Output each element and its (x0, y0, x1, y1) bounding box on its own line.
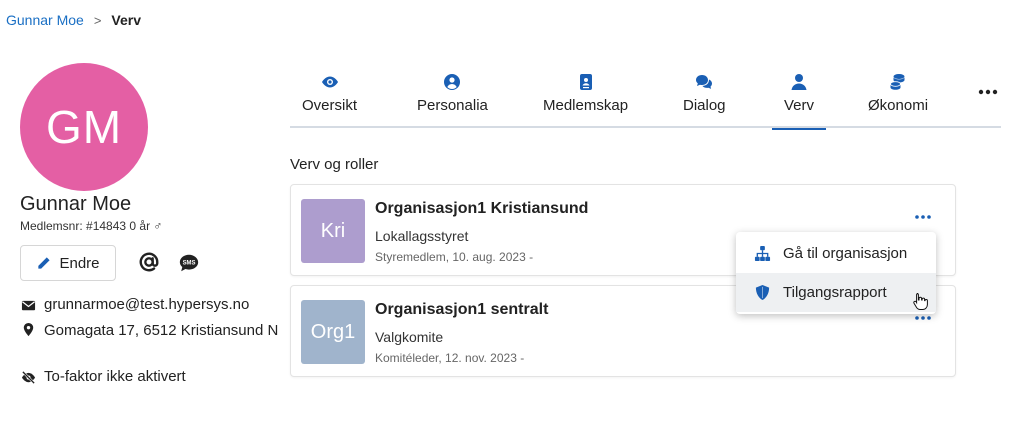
org-thumbnail-text: Org1 (310, 320, 356, 343)
eye-icon (321, 76, 338, 88)
edit-button[interactable]: Endre (20, 245, 116, 281)
tab-label: Personalia (417, 97, 488, 114)
tab-label: Oversikt (302, 97, 358, 114)
more-options-icon[interactable] (913, 313, 933, 323)
role-meta: Komitéleder, 12. nov. 2023 - (375, 351, 525, 365)
role-meta: Styremedlem, 10. aug. 2023 - (375, 250, 534, 264)
role-group: Valgkomite (375, 329, 444, 345)
menu-item-label: Gå til organisasjon (783, 245, 908, 262)
member-number: Medlemsnr: #14843 0 år ♂ (20, 219, 163, 233)
edit-button-label: Endre (59, 254, 100, 272)
org-thumbnail: Org1 (301, 300, 365, 364)
tab-label: Medlemskap (543, 97, 629, 114)
org-name[interactable]: Organisasjon1 sentralt (375, 301, 548, 319)
shield-icon (755, 284, 770, 301)
user-name: Gunnar Moe (20, 193, 132, 215)
breadcrumb-current: Verv (111, 12, 142, 28)
tab-bar: Oversikt Personalia Medlemskap Dialog Ve… (290, 70, 1001, 130)
hand-cursor-icon (913, 293, 928, 310)
section-title: Verv og roller (290, 156, 379, 173)
email-row: grunnarmoe@test.hypersys.no (21, 296, 249, 313)
tab-label: Dialog (683, 97, 726, 114)
card-options-menu: Gå til organisasjon Tilgangsrapport (736, 232, 936, 314)
coins-icon (890, 74, 905, 90)
menu-item-go-to-organization[interactable]: Gå til organisasjon (736, 234, 936, 273)
tab-medlemskap[interactable]: Medlemskap (543, 70, 628, 128)
sitemap-icon (754, 245, 771, 262)
email-text[interactable]: grunnarmoe@test.hypersys.no (44, 296, 249, 313)
org-name[interactable]: Organisasjon1 Kristiansund (375, 200, 588, 218)
chat-icon (696, 75, 713, 89)
role-group: Lokallagsstyret (375, 228, 469, 244)
eye-slash-icon (21, 371, 36, 384)
user-icon (791, 74, 807, 90)
address-text: Gomagata 17, 6512 Kristiansund N (44, 322, 279, 339)
tab-dialog[interactable]: Dialog (683, 70, 726, 128)
more-horizontal-icon[interactable] (976, 84, 1000, 100)
avatar: GM (20, 63, 148, 191)
id-card-icon (579, 74, 592, 90)
more-options-icon[interactable] (913, 212, 933, 222)
tab-verv[interactable]: Verv (771, 70, 827, 130)
envelope-icon (21, 300, 36, 311)
breadcrumb-separator: > (93, 12, 102, 28)
breadcrumb: Gunnar Moe > Verv (6, 12, 141, 28)
avatar-initials: GM (45, 101, 123, 153)
org-thumbnail-text: Kri (320, 219, 346, 242)
twofactor-row: To-faktor ikke aktivert (21, 368, 186, 385)
tab-oversikt[interactable]: Oversikt (302, 70, 357, 128)
twofactor-text: To-faktor ikke aktivert (44, 368, 186, 385)
menu-item-access-report[interactable]: Tilgangsrapport (736, 273, 936, 312)
tab-personalia[interactable]: Personalia (417, 70, 488, 128)
menu-item-label: Tilgangsrapport (783, 284, 887, 301)
tab-label: Verv (784, 97, 815, 114)
location-pin-icon (23, 322, 34, 337)
breadcrumb-link-profile[interactable]: Gunnar Moe (6, 12, 84, 28)
tab-okonomi[interactable]: Økonomi (868, 70, 928, 128)
pencil-icon (38, 256, 51, 269)
svg-text:SMS: SMS (183, 260, 196, 266)
user-circle-icon (444, 74, 461, 90)
address-row: Gomagata 17, 6512 Kristiansund N (21, 320, 279, 341)
tab-label: Økonomi (868, 97, 929, 114)
org-thumbnail: Kri (301, 199, 365, 263)
sms-icon[interactable]: SMS (178, 252, 200, 274)
at-icon[interactable] (138, 251, 160, 273)
